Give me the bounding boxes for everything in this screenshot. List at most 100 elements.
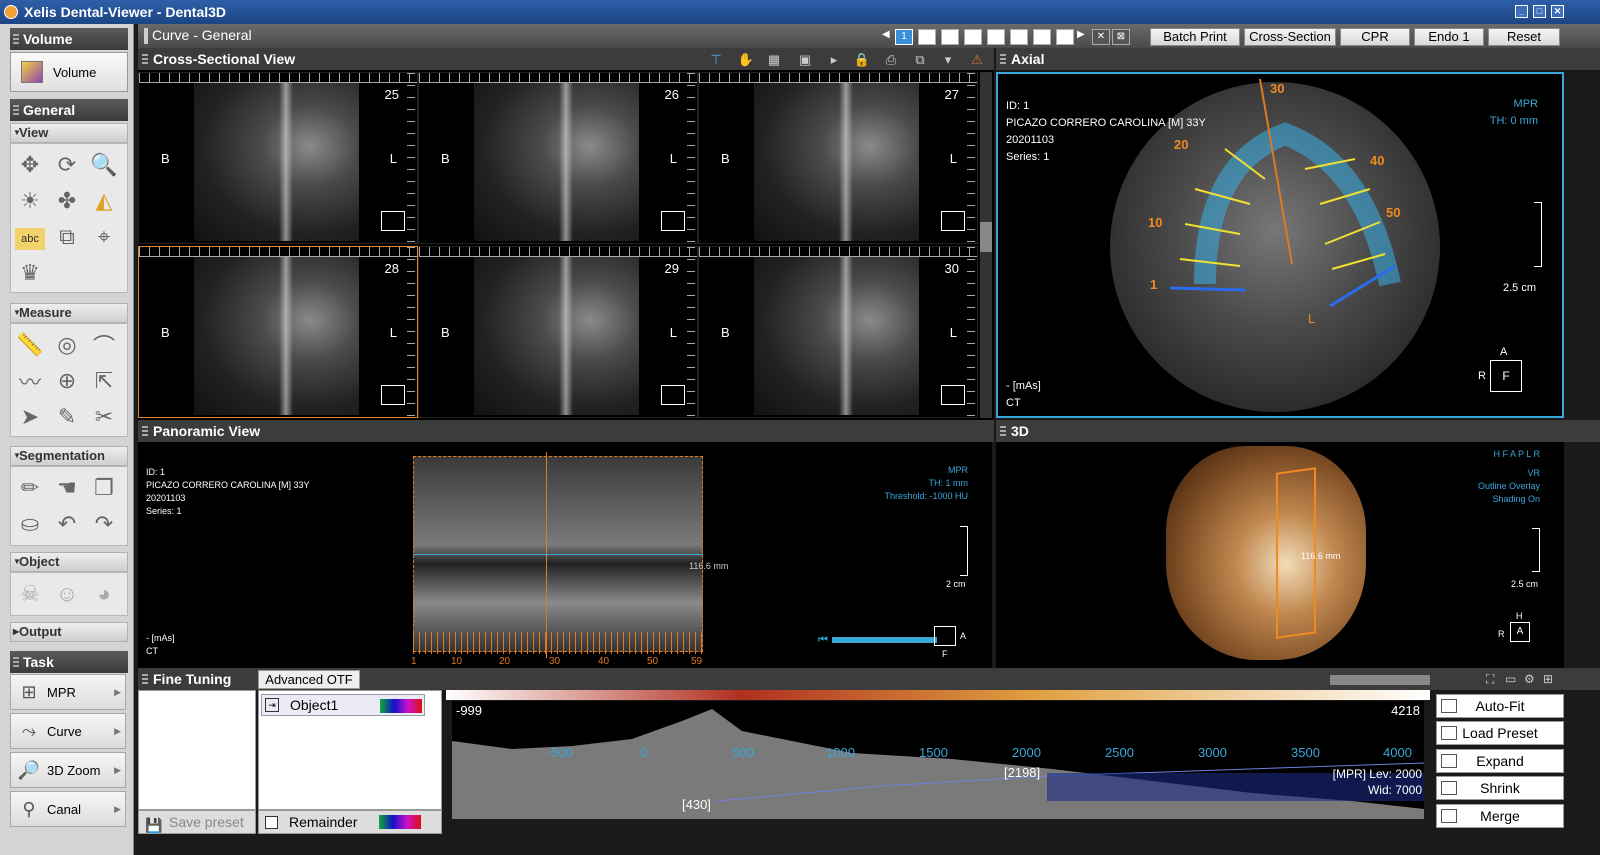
dropdown-icon[interactable]: ▾ [939,52,957,68]
merge-button[interactable]: Merge [1436,804,1564,828]
save-preset-button[interactable]: 💾 Save preset [138,810,256,834]
cross-section-cell[interactable]: 29 B L [418,246,698,418]
grid-icon[interactable]: ⊞ [1543,672,1553,686]
output-subheader[interactable]: ▶ Output [10,622,128,642]
page-slot[interactable] [918,29,936,45]
pan-icon[interactable]: ✥ [15,150,45,180]
copy-icon[interactable]: ⧉ [52,222,82,252]
grid-layout-icon[interactable]: ▦ [765,52,783,68]
layers-icon[interactable]: ❐ [89,473,119,503]
segment-hand-icon[interactable]: ☚ [52,473,82,503]
cross-section-cell[interactable]: 25 B L [138,72,418,244]
batch-print-button[interactable]: Batch Print [1150,28,1240,46]
cross-section-cell[interactable]: 30 B L [698,246,978,418]
annotation-text-icon[interactable]: abc [15,228,45,250]
remainder-color-swatch[interactable] [379,815,421,829]
undo-icon[interactable]: ↶ [52,509,82,539]
view-subheader[interactable]: ▼ View [10,123,128,143]
skull-icon[interactable]: ☠ [15,579,45,609]
brightness-icon[interactable]: ☀ [15,186,45,216]
histogram-panel[interactable]: -999 4218 -500 0 500 1000 1500 2000 2500… [452,701,1424,819]
cross-section-scrollbar[interactable] [980,72,992,418]
fit-view-icon[interactable]: ⛶ [1486,672,1494,687]
cross-section-cell-selected[interactable]: 28 B L [138,246,418,418]
task-canal-button[interactable]: ⚲ Canal ▶ [10,791,126,827]
axial-orientation-cube[interactable]: F [1490,360,1522,392]
delete-tools-icon[interactable]: ✂ [89,402,119,432]
page-slot[interactable] [941,29,959,45]
object-list[interactable]: ⇥ Object1 [258,690,442,810]
measure-subheader[interactable]: ▼ Measure [10,303,128,323]
tooth-icon[interactable]: ♛ [15,258,45,288]
object-subheader[interactable]: ▼ Object [10,552,128,572]
task-section-header[interactable]: Task [10,651,128,673]
page-slot[interactable] [1010,29,1028,45]
page-slot[interactable] [987,29,1005,45]
close-button[interactable]: ✕ [1551,5,1564,18]
close-page-icon[interactable]: ✕ [1092,29,1110,45]
volume-section-header[interactable]: Volume [10,28,128,50]
play-icon[interactable]: ▸ [825,52,843,68]
maximize-button[interactable]: □ [1533,5,1546,18]
general-section-header[interactable]: General [10,99,128,121]
axial-viewport[interactable]: ID: 1 PICAZO CORRERO CAROLINA [M] 33Y 2020… [996,72,1564,418]
minimize-button[interactable]: _ [1515,5,1528,18]
crosshair-icon[interactable]: ⌖ [89,222,119,252]
cpr-button[interactable]: CPR [1340,28,1410,46]
face-icon[interactable]: ☺ [52,579,82,609]
preset-list[interactable] [138,690,256,810]
head-icon[interactable]: ◕ [89,579,119,609]
view3d-viewport[interactable]: 116.6 mm H F A P L R VR Outline Overlay Sh… [996,442,1564,668]
eraser-icon[interactable]: ✎ [52,402,82,432]
segmentation-subheader[interactable]: ▼ Segmentation [10,446,128,466]
fan-icon[interactable]: ✤ [52,186,82,216]
alert-icon[interactable]: ⚠ [968,52,986,68]
page-slot[interactable] [1056,29,1074,45]
cut-pen-icon[interactable]: ✏ [15,473,45,503]
panoramic-viewport[interactable]: 116.6 mm 1 10 20 30 40 50 59 ID: 1 PICAZO… [138,442,992,668]
expand-button[interactable]: Expand [1436,749,1564,773]
bucket-icon[interactable]: ⛀ [15,509,45,539]
rotate-icon[interactable]: ⟳ [52,150,82,180]
settings-icon[interactable]: ⚙ [1524,672,1535,686]
panoramic-slider[interactable] [832,637,937,643]
arrow-note-icon[interactable]: ⇱ [89,366,119,396]
object1-color-swatch[interactable] [380,699,422,713]
print-icon[interactable]: ⎙ [882,52,900,68]
object1-row[interactable]: ⇥ Object1 [261,694,425,716]
advanced-otf-tab[interactable]: Advanced OTF [258,670,360,689]
hand-icon[interactable]: ✋ [737,52,755,68]
page-slot[interactable] [964,29,982,45]
view3d-orientation-cube[interactable]: A [1510,622,1530,642]
task-3dzoom-button[interactable]: 🔎 3D Zoom ▶ [10,752,126,788]
ruler-icon[interactable]: 📏 [15,330,45,360]
cross-section-button[interactable]: Cross-Section [1244,28,1336,46]
globe-icon[interactable]: ⊕ [52,366,82,396]
window-icon[interactable]: ⧉ [911,52,929,68]
object-select-icon[interactable]: ⇥ [265,698,279,712]
reset-button[interactable]: Reset [1488,28,1560,46]
page-slot[interactable] [1033,29,1051,45]
profile-icon[interactable]: 〰 [15,366,45,396]
load-preset-button[interactable]: Load Preset [1436,721,1564,745]
cross-section-cell[interactable]: 26 B L [418,72,698,244]
volume-button[interactable]: Volume [10,52,128,92]
task-mpr-button[interactable]: ⊞ MPR ▶ [10,674,126,710]
page-1-button[interactable]: 1 [895,29,913,45]
page-prev-icon[interactable]: ◀ [882,29,890,40]
lock-icon[interactable]: 🔒 [853,52,871,68]
layout-icon[interactable]: ▭ [1505,672,1516,686]
zoom-icon[interactable]: 🔍 [89,150,119,180]
redo-icon[interactable]: ↷ [89,509,119,539]
otf-mini-slider[interactable] [1330,675,1430,685]
contrast-triangle-icon[interactable]: ◭ [89,186,119,216]
slider-start-icon[interactable]: ⏮ [818,634,828,647]
page-next-icon[interactable]: ▶ [1077,29,1085,40]
remainder-checkbox[interactable] [265,816,278,829]
close-all-icon[interactable]: ⊠ [1112,29,1130,45]
otf-color-bar[interactable] [446,690,1430,700]
cross-section-cell[interactable]: 27 B L [698,72,978,244]
slab-icon[interactable]: ▣ [796,52,814,68]
tape-icon[interactable]: ◎ [52,330,82,360]
select-arrow-icon[interactable]: ➤ [15,402,45,432]
